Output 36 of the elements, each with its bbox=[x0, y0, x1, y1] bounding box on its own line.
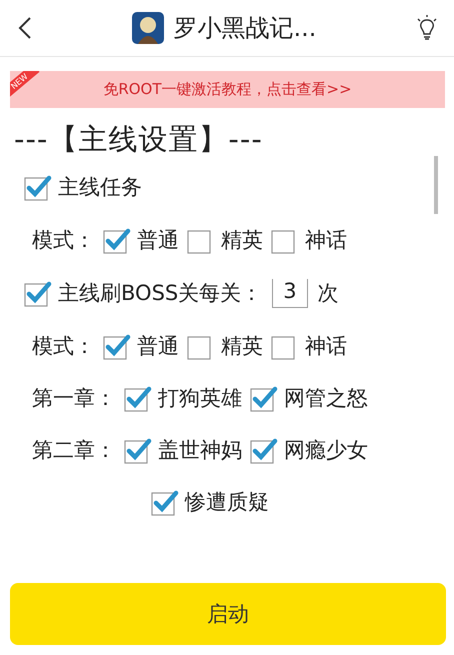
option-label: 主线刷BOSS关每关： bbox=[58, 280, 262, 307]
row-label: 第二章： bbox=[32, 437, 116, 464]
count-field[interactable]: 3 bbox=[272, 278, 308, 308]
checkbox[interactable] bbox=[124, 384, 152, 412]
option-label: 普通 bbox=[137, 227, 179, 254]
option-label: 网瘾少女 bbox=[284, 437, 368, 464]
option-label: 盖世神妈 bbox=[158, 437, 242, 464]
row-label: 模式： bbox=[32, 227, 95, 254]
checkbox[interactable] bbox=[24, 173, 52, 201]
option-label: 精英 bbox=[221, 333, 263, 360]
unit-label: 次 bbox=[318, 280, 339, 307]
option-label: 精英 bbox=[221, 227, 263, 254]
option-label: 打狗英雄 bbox=[158, 385, 242, 412]
checkbox[interactable] bbox=[250, 384, 278, 412]
checkbox[interactable] bbox=[124, 436, 152, 464]
option-label: 神话 bbox=[305, 227, 347, 254]
checkbox[interactable] bbox=[151, 488, 179, 516]
row-label: 模式： bbox=[32, 333, 95, 360]
checkbox[interactable] bbox=[24, 279, 52, 307]
checkbox[interactable] bbox=[103, 332, 131, 360]
checkbox[interactable] bbox=[250, 436, 278, 464]
option-label: 神话 bbox=[305, 333, 347, 360]
checkbox[interactable] bbox=[103, 226, 131, 254]
option-label: 惨遭质疑 bbox=[185, 489, 269, 516]
option-label: 主线任务 bbox=[58, 174, 142, 201]
app-icon bbox=[132, 12, 164, 44]
option-label: 普通 bbox=[137, 333, 179, 360]
scrollbar[interactable] bbox=[434, 156, 438, 214]
start-button[interactable]: 启动 bbox=[10, 583, 446, 645]
lightbulb-icon[interactable] bbox=[416, 15, 438, 41]
section-title: ---【主线设置】--- bbox=[14, 121, 264, 158]
banner-text: 免ROOT一键激活教程，点击查看>> bbox=[103, 80, 352, 99]
app-title: 罗小黑战记... bbox=[174, 13, 316, 44]
row-label: 第一章： bbox=[32, 385, 116, 412]
option-label: 网管之怒 bbox=[284, 385, 368, 412]
back-icon[interactable] bbox=[18, 16, 32, 40]
